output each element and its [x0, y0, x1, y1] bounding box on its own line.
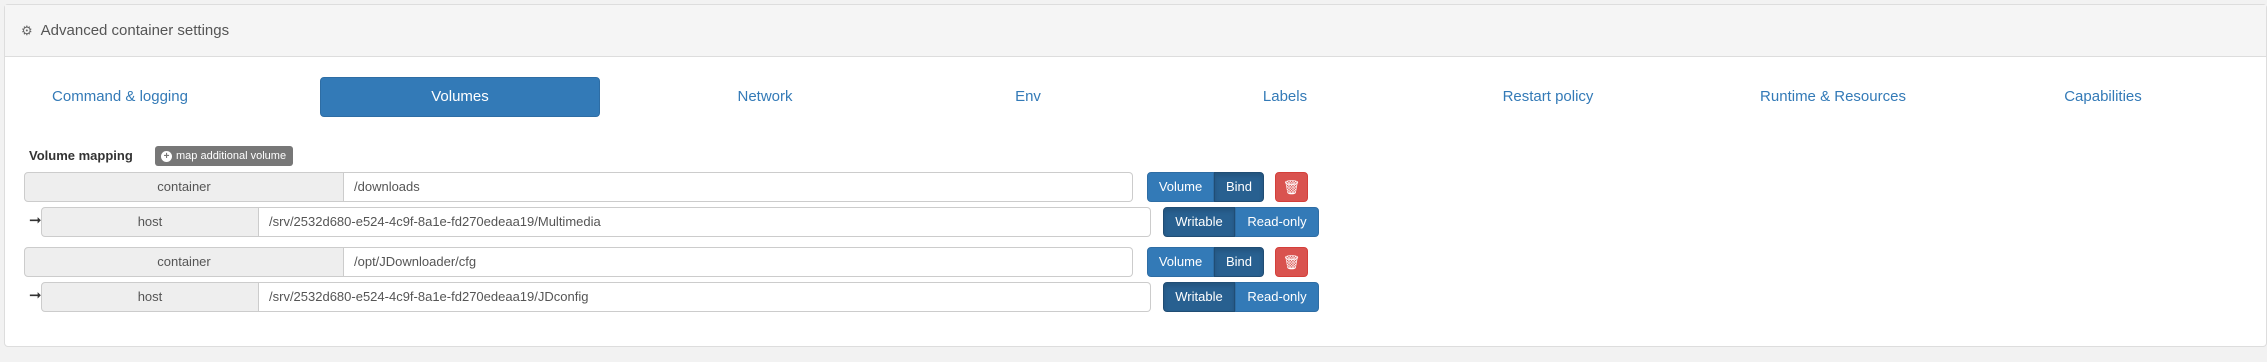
container-addon: container: [24, 172, 344, 202]
tab-command-logging[interactable]: Command & logging: [28, 77, 212, 117]
host-path-input[interactable]: /srv/2532d680-e524-4c9f-8a1e-fd270edeaa1…: [259, 282, 1151, 312]
panel-title: Advanced container settings: [40, 22, 230, 39]
tab-runtime-resources[interactable]: Runtime & Resources: [1718, 77, 1948, 117]
volume-2-host-row: host /srv/2532d680-e524-4c9f-8a1e-fd270e…: [41, 282, 1341, 312]
volume-type-button[interactable]: Volume: [1147, 247, 1214, 277]
tab-capabilities[interactable]: Capabilities: [2028, 77, 2178, 117]
plus-circle-icon: +: [161, 150, 172, 162]
host-addon: host: [41, 282, 259, 312]
map-additional-volume-label: map additional volume: [176, 150, 287, 162]
volume-type-button[interactable]: Volume: [1147, 172, 1214, 202]
read-only-button[interactable]: Read-only: [1235, 207, 1319, 237]
volume-1-host-row: host /srv/2532d680-e524-4c9f-8a1e-fd270e…: [41, 207, 1341, 237]
gear-icon: ⚙: [21, 22, 33, 38]
trash-icon: 🗑: [1282, 179, 1301, 195]
tab-bar: Command & logging Volumes Network Env La…: [28, 77, 2266, 117]
read-only-button[interactable]: Read-only: [1235, 282, 1319, 312]
advanced-settings-panel: ⚙ Advanced container settings Command & …: [4, 4, 2267, 347]
writable-button[interactable]: Writable: [1163, 207, 1235, 237]
volume-mapping-label: Volume mapping: [29, 148, 133, 163]
volume-2-container-row: container /opt/JDownloader/cfg Volume Bi…: [24, 247, 1308, 277]
volume-1-container-row: container /downloads Volume Bind 🗑: [24, 172, 1308, 202]
tab-labels[interactable]: Labels: [1215, 77, 1355, 117]
tab-env[interactable]: Env: [963, 77, 1093, 117]
panel-heading: ⚙ Advanced container settings: [5, 5, 2266, 57]
bind-type-button[interactable]: Bind: [1214, 172, 1264, 202]
tab-restart-policy[interactable]: Restart policy: [1448, 77, 1648, 117]
map-additional-volume-button[interactable]: + map additional volume: [155, 146, 294, 166]
remove-volume-button[interactable]: 🗑: [1275, 247, 1308, 277]
container-addon: container: [24, 247, 344, 277]
bind-type-button[interactable]: Bind: [1214, 247, 1264, 277]
writable-button[interactable]: Writable: [1163, 282, 1235, 312]
tab-volumes[interactable]: Volumes: [320, 77, 600, 117]
arrow-right-icon: ➞: [29, 287, 42, 304]
trash-icon: 🗑: [1282, 254, 1301, 270]
host-addon: host: [41, 207, 259, 237]
arrow-right-icon: ➞: [29, 212, 42, 229]
remove-volume-button[interactable]: 🗑: [1275, 172, 1308, 202]
container-path-input[interactable]: /opt/JDownloader/cfg: [344, 247, 1133, 277]
host-path-input[interactable]: /srv/2532d680-e524-4c9f-8a1e-fd270edeaa1…: [259, 207, 1151, 237]
tab-network[interactable]: Network: [695, 77, 835, 117]
container-path-input[interactable]: /downloads: [344, 172, 1133, 202]
